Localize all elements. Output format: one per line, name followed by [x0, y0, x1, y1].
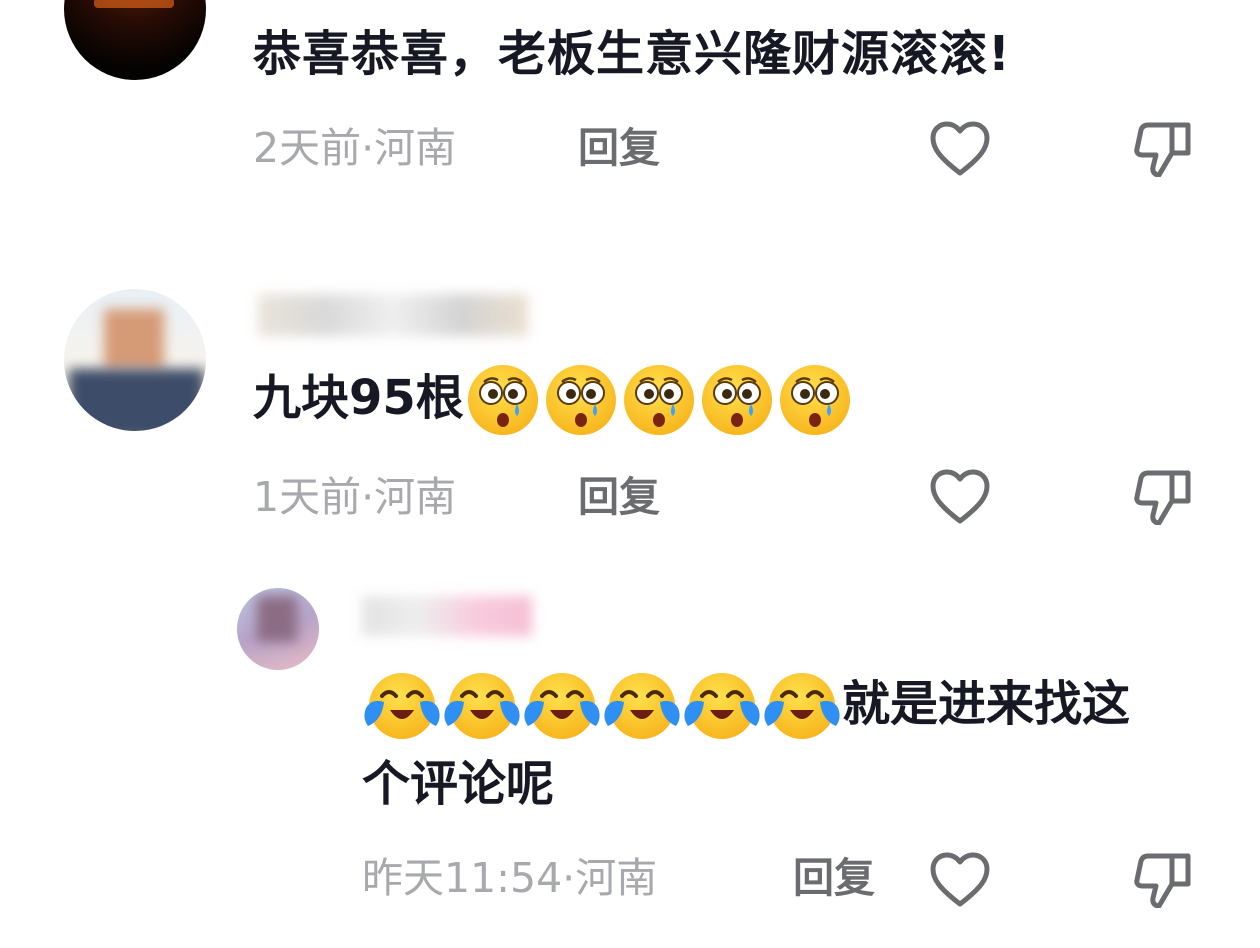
- reply-button-2[interactable]: 回复: [578, 477, 660, 518]
- reply-text: 就是进来找这: [362, 668, 1130, 748]
- heart-outline-icon[interactable]: [929, 852, 991, 908]
- commenter-name-2-blurred[interactable]: [258, 294, 528, 336]
- tears-of-joy-emoji: [442, 668, 522, 748]
- thumbs-down-outline-icon[interactable]: [1134, 852, 1192, 908]
- reply-text-line1: 就是进来找这: [842, 676, 1131, 732]
- emoji-row-3: [362, 673, 842, 739]
- comment-time-1: 2天前·河南: [253, 124, 457, 172]
- tears-of-joy-emoji: [682, 668, 762, 748]
- comment-time-2: 1天前·河南: [253, 473, 457, 521]
- thumbs-down-outline-icon[interactable]: [1134, 469, 1192, 525]
- crying-surprised-emoji: [698, 362, 776, 442]
- reply-avatar[interactable]: [237, 588, 319, 670]
- reply-time: 昨天11:54·河南: [362, 854, 658, 902]
- comment-text-1: 恭喜恭喜，老板生意兴隆财源滚滚!: [253, 26, 1011, 82]
- emoji-row-2: [464, 365, 854, 435]
- tears-of-joy-emoji: [522, 668, 602, 748]
- commenter-avatar-1[interactable]: [64, 0, 206, 80]
- crying-surprised-emoji: [620, 362, 698, 442]
- reply-name-blurred[interactable]: [362, 596, 532, 636]
- comment-text-2-prefix: 九块95根: [253, 370, 464, 426]
- crying-surprised-emoji: [464, 362, 542, 442]
- tears-of-joy-emoji: [362, 668, 442, 748]
- heart-outline-icon[interactable]: [929, 469, 991, 525]
- comment-text-2: 九块95根: [253, 362, 854, 438]
- heart-outline-icon[interactable]: [929, 121, 991, 177]
- crying-surprised-emoji: [776, 362, 854, 442]
- thumbs-down-outline-icon[interactable]: [1134, 121, 1192, 177]
- crying-surprised-emoji: [542, 362, 620, 442]
- commenter-avatar-2[interactable]: [64, 289, 206, 431]
- reply-text-line2: 个评论呢: [362, 756, 555, 812]
- reply-button-3[interactable]: 回复: [793, 858, 875, 899]
- tears-of-joy-emoji: [602, 668, 682, 748]
- reply-button-1[interactable]: 回复: [578, 128, 660, 169]
- tears-of-joy-emoji: [762, 668, 842, 748]
